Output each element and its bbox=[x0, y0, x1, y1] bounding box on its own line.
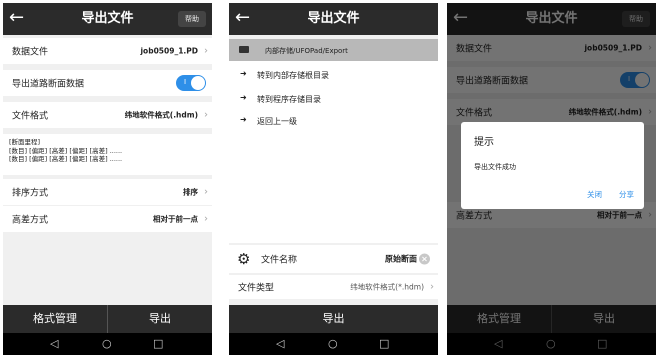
file-type-row[interactable]: 文件类型 纬地软件格式(*.hdm) › bbox=[229, 275, 438, 299]
height-diff-mode-value: 相对于前一点 bbox=[153, 214, 198, 224]
gear-icon[interactable]: ⚙ bbox=[237, 250, 250, 268]
nav-recent-icon[interactable]: □ bbox=[379, 336, 389, 352]
file-format-value: 纬地软件格式(.hdm) bbox=[124, 110, 198, 120]
export-screen: ← 导出文件 帮助 数据文件 job0509_1.PD › 导出道路断面数据 I… bbox=[3, 3, 212, 355]
pin-icon: ➜ bbox=[240, 115, 247, 124]
bottom-action-bar: 格式管理 导出 bbox=[3, 305, 212, 333]
export-road-section-label: 导出道路断面数据 bbox=[12, 79, 85, 90]
share-button[interactable]: 分享 bbox=[619, 189, 634, 200]
height-diff-mode-row[interactable]: 高差方式 相对于前一点 › bbox=[3, 206, 212, 232]
export-road-section-row: 导出道路断面数据 I bbox=[3, 70, 212, 96]
system-nav-bar: ◁ ○ □ bbox=[3, 333, 212, 355]
chevron-right-icon: › bbox=[204, 186, 208, 198]
dialog-title: 提示 bbox=[474, 137, 494, 148]
file-name-value: 原始断面 bbox=[385, 254, 417, 264]
current-path: 内部存储/UFOPad/Export bbox=[265, 47, 348, 55]
data-file-label: 数据文件 bbox=[12, 47, 49, 58]
close-button[interactable]: 关闭 bbox=[587, 189, 602, 200]
clear-icon[interactable]: × bbox=[419, 253, 430, 265]
data-file-row[interactable]: 数据文件 job0509_1.PD › bbox=[3, 38, 212, 64]
toggle-knob bbox=[191, 76, 205, 90]
nav-recent-icon[interactable]: □ bbox=[153, 336, 163, 352]
file-format-label: 文件格式 bbox=[12, 111, 49, 122]
bottom-action-bar: 导出 bbox=[229, 305, 438, 333]
directory-list: ➜ 转到内部存储根目录 ➜ 转到程序存储目录 ➜ 返回上一级 bbox=[229, 61, 438, 243]
nav-home-icon[interactable]: ○ bbox=[102, 336, 112, 352]
nav-back-icon[interactable]: ◁ bbox=[50, 336, 58, 352]
export-button[interactable]: 导出 bbox=[108, 305, 212, 333]
export-success-dialog: 提示 导出文件成功 关闭 分享 bbox=[461, 122, 644, 209]
format-description-line: [断面里程] bbox=[9, 138, 41, 146]
help-button[interactable]: 帮助 bbox=[178, 11, 206, 27]
export-success-screen: ← 导出文件 帮助 数据文件 job0509_1.PD › 导出道路断面数据 I… bbox=[447, 3, 656, 355]
list-item-label: 返回上一级 bbox=[257, 117, 297, 126]
title-bar: ← 导出文件 bbox=[229, 3, 438, 35]
export-button[interactable]: 导出 bbox=[229, 305, 438, 333]
system-nav-bar: ◁ ○ □ bbox=[229, 333, 438, 355]
chevron-right-icon: › bbox=[204, 109, 208, 121]
list-item-label: 转到程序存储目录 bbox=[257, 95, 321, 104]
nav-back-icon[interactable]: ◁ bbox=[276, 336, 284, 352]
title-bar: ← 导出文件 帮助 bbox=[3, 3, 212, 35]
file-picker-screen: ← 导出文件 内部存储/UFOPad/Export ➜ 转到内部存储根目录 ➜ … bbox=[229, 3, 438, 355]
chevron-right-icon: › bbox=[204, 45, 208, 57]
nav-home-icon[interactable]: ○ bbox=[328, 336, 338, 352]
toggle-on-mark: I bbox=[184, 78, 187, 86]
go-up-item[interactable]: ➜ 返回上一级 bbox=[229, 113, 438, 130]
file-name-label: 文件名称 bbox=[261, 255, 298, 266]
current-path-bar: 内部存储/UFOPad/Export bbox=[229, 39, 438, 61]
file-format-row[interactable]: 文件格式 纬地软件格式(.hdm) › bbox=[3, 102, 212, 128]
page-title: 导出文件 bbox=[307, 11, 360, 26]
file-type-label: 文件类型 bbox=[238, 283, 275, 294]
height-diff-mode-label: 高差方式 bbox=[12, 215, 49, 226]
sort-mode-value: 排序 bbox=[183, 187, 198, 197]
format-manage-button[interactable]: 格式管理 bbox=[3, 305, 107, 333]
format-description-line: [数目] [偏距] [高差] [偏距] [高差] ...... bbox=[9, 146, 123, 155]
file-name-row: ⚙ 文件名称 原始断面 × bbox=[229, 245, 438, 273]
pin-icon: ➜ bbox=[240, 93, 247, 102]
data-file-value: job0509_1.PD bbox=[140, 46, 198, 56]
pin-icon: ➜ bbox=[240, 69, 247, 78]
format-description-line: [数目] [偏距] [高差] [偏距] [高差] ...... bbox=[9, 155, 123, 163]
file-type-value: 纬地软件格式(*.hdm) bbox=[350, 282, 424, 292]
dialog-message: 导出文件成功 bbox=[474, 163, 516, 171]
folder-icon bbox=[239, 46, 249, 53]
list-item-label: 转到内部存储根目录 bbox=[257, 71, 329, 80]
goto-app-storage-item[interactable]: ➜ 转到程序存储目录 bbox=[229, 91, 438, 108]
format-description: [断面里程] [数目] [偏距] [高差] [偏距] [高差] ...... [… bbox=[3, 134, 212, 175]
file-name-field[interactable]: 原始断面 × bbox=[385, 253, 430, 265]
sort-mode-row[interactable]: 排序方式 排序 › bbox=[3, 179, 212, 205]
chevron-right-icon: › bbox=[430, 281, 434, 293]
goto-internal-root-item[interactable]: ➜ 转到内部存储根目录 bbox=[229, 67, 438, 84]
export-road-section-toggle[interactable]: I bbox=[176, 75, 206, 91]
sort-mode-label: 排序方式 bbox=[12, 188, 49, 199]
chevron-right-icon: › bbox=[204, 213, 208, 225]
